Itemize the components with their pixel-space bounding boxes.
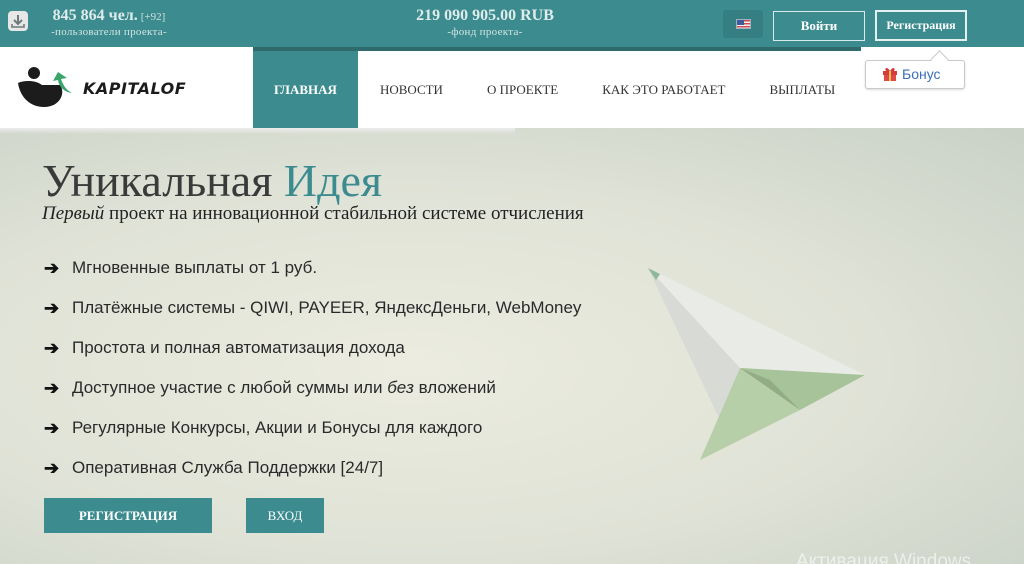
enter-button[interactable]: ВХОД (246, 498, 324, 533)
fund-counter: 219 090 905.00 RUB -фонд проекта- (380, 7, 590, 38)
arrow-right-icon: ➔ (44, 457, 60, 478)
feature-text: Платёжные системы - QIWI, PAYEER, Яндекс… (72, 298, 582, 317)
language-button[interactable] (723, 10, 763, 38)
paper-plane-icon (648, 268, 865, 460)
register-button[interactable]: РЕГИСТРАЦИЯ (44, 498, 212, 533)
nav-item-how-it-works[interactable]: КАК ЭТО РАБОТАЕТ (580, 51, 747, 128)
main-nav: ГЛАВНАЯ НОВОСТИ О ПРОЕКТЕ КАК ЭТО РАБОТА… (253, 51, 857, 128)
feature-text-emphasis: без (387, 378, 414, 397)
hero-subtitle: Первый проект на инновационной стабильно… (42, 203, 584, 225)
nav-item-about[interactable]: О ПРОЕКТЕ (465, 51, 580, 128)
arrow-right-icon: ➔ (44, 297, 60, 318)
feature-list: ➔ Мгновенные выплаты от 1 руб. ➔ Платёжн… (44, 248, 581, 488)
fund-caption: -фонд проекта- (447, 26, 523, 38)
nav-item-payouts[interactable]: ВЫПЛАТЫ (748, 51, 858, 128)
arrow-right-icon: ➔ (44, 337, 60, 358)
hero-title: Уникальная Идея (42, 154, 382, 207)
list-item: ➔ Оперативная Служба Поддержки [24/7] (44, 448, 581, 488)
users-count: 845 864 чел. (52, 7, 138, 24)
list-item: ➔ Мгновенные выплаты от 1 руб. (44, 248, 581, 288)
arrow-right-icon: ➔ (44, 417, 60, 438)
feature-text: Простота и полная автоматизация дохода (72, 338, 405, 357)
login-button[interactable]: Войти (773, 11, 865, 41)
hero-section: Уникальная Идея Первый проект на инновац… (0, 128, 1024, 564)
list-item: ➔ Платёжные системы - QIWI, PAYEER, Янде… (44, 288, 581, 328)
header-shadow (0, 128, 515, 134)
nav-item-home[interactable]: ГЛАВНАЯ (253, 51, 358, 128)
hero-title-main: Уникальная (42, 155, 273, 206)
users-caption: -пользователи проекта- (51, 26, 167, 38)
feature-text: Оперативная Служба Поддержки [24/7] (72, 458, 384, 477)
bonus-label: Бонус (902, 66, 941, 82)
list-item: ➔ Простота и полная автоматизация дохода (44, 328, 581, 368)
feature-text: Регулярные Конкурсы, Акции и Бонусы для … (72, 418, 483, 437)
users-delta: [+92] (140, 11, 166, 23)
nav-item-news[interactable]: НОВОСТИ (358, 51, 465, 128)
feature-text-part: Доступное участие с любой суммы или (72, 378, 388, 397)
us-flag-icon (736, 19, 751, 29)
logo[interactable]: KAPITALOF (14, 63, 204, 113)
fund-amount: 219 090 905.00 RUB (416, 7, 554, 24)
gift-icon (882, 63, 898, 81)
logo-text: KAPITALOF (83, 79, 187, 98)
users-counter: 845 864 чел. [+92] -пользователи проекта- (34, 7, 184, 38)
arrow-right-icon: ➔ (44, 377, 60, 398)
hero-subtitle-emphasis: Первый (42, 203, 105, 224)
feature-text-part: вложений (413, 378, 496, 397)
hero-title-accent: Идея (283, 155, 383, 206)
feature-text: Мгновенные выплаты от 1 руб. (72, 258, 318, 277)
list-item: ➔ Регулярные Конкурсы, Акции и Бонусы дл… (44, 408, 581, 448)
download-icon[interactable] (8, 11, 28, 31)
register-top-button[interactable]: Регистрация (875, 10, 967, 41)
arrow-right-icon: ➔ (44, 257, 60, 278)
bonus-button[interactable]: Бонус (865, 60, 965, 89)
list-item: ➔ Доступное участие с любой суммы или бе… (44, 368, 581, 408)
feature-text: Доступное участие с любой суммы или без … (72, 378, 496, 398)
top-bar: 845 864 чел. [+92] -пользователи проекта-… (0, 0, 1024, 47)
windows-activation-watermark: Активация Windows (796, 551, 972, 564)
hero-subtitle-text: проект на инновационной стабильной систе… (104, 203, 584, 224)
